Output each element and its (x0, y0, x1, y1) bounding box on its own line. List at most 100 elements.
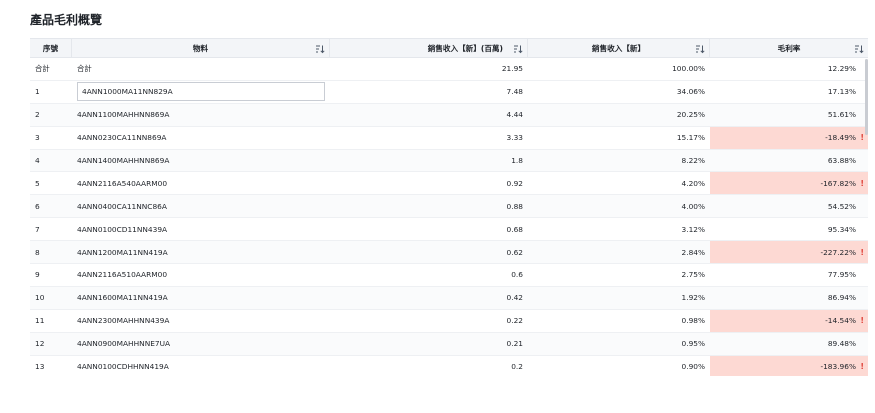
table-row[interactable]: 7 4ANN0100CD11NN439A 0.68 3.12% 95.34% (30, 218, 868, 242)
cell-margin: 63.88% (710, 150, 868, 172)
table-body: 1 4ANN1000MA11NN829A 7.48 34.06% 17.13% 2 4ANN… (30, 81, 868, 376)
cell-margin: 54.52% (710, 195, 868, 217)
cell-material[interactable]: 4ANN1100MAHHNN869A (72, 104, 330, 126)
cell-margin: 12.29% (827, 64, 856, 74)
cell-sales: 0.68 (506, 224, 523, 234)
margin-value: -18.49% (825, 133, 856, 143)
cell-idx: 9 (35, 270, 40, 280)
cell-material[interactable]: 4ANN2300MAHHNN439A (72, 310, 330, 332)
table-row[interactable]: 10 4ANN1600MA11NN419A 0.42 1.92% 86.94% (30, 286, 868, 310)
cell-idx: 12 (35, 339, 45, 349)
cell-idx: 10 (35, 293, 45, 303)
cell-sales: 0.2 (511, 362, 523, 372)
table-row[interactable]: 12 4ANN0900MAHHNNE7UA 0.21 0.95% 89.48% (30, 332, 868, 356)
material-edit-box[interactable]: 4ANN1000MA11NN829A (77, 82, 325, 102)
margin-value: 54.52% (827, 201, 856, 211)
header-sales[interactable]: 銷售收入【新】(百萬) (330, 39, 528, 57)
cell-margin: 95.34% (710, 218, 868, 240)
margin-value: 86.94% (827, 293, 856, 303)
cell-idx: 7 (35, 224, 40, 234)
cell-pct: 3.12% (681, 224, 705, 234)
cell-idx: 合計 (35, 64, 50, 74)
cell-margin-negative: -227.22%! (710, 241, 868, 264)
cell-idx: 6 (35, 201, 40, 211)
table-header: 序號 物料 銷售收入【新】(百萬) 銷售收入【新】 毛利率 (30, 38, 868, 58)
cell-pct: 8.22% (681, 156, 705, 165)
cell-material: 合計 (77, 64, 92, 74)
margin-table: 序號 物料 銷售收入【新】(百萬) 銷售收入【新】 毛利率 合計 合計 21.9… (30, 38, 868, 376)
header-margin[interactable]: 毛利率 (710, 39, 868, 57)
table-row[interactable]: 5 4ANN2116A540AARM00 0.92 4.20% -167.82%! (30, 172, 868, 196)
cell-pct: 4.00% (681, 201, 705, 211)
cell-material[interactable]: 4ANN1400MAHHNN869A (72, 150, 330, 172)
sort-icon[interactable] (513, 44, 523, 54)
warning-icon: ! (860, 133, 864, 143)
cell-idx: 11 (35, 316, 45, 326)
margin-value: -167.82% (820, 178, 856, 188)
table-row[interactable]: 9 4ANN2116A510AARM00 0.6 2.75% 77.95% (30, 264, 868, 287)
cell-idx: 13 (35, 362, 45, 372)
table-row[interactable]: 13 4ANN0100CDHHNN419A 0.2 0.90% -183.96%! (30, 355, 868, 376)
cell-idx: 4 (35, 156, 40, 165)
margin-value: -227.22% (820, 247, 856, 257)
warning-icon: ! (860, 178, 864, 188)
cell-idx: 3 (35, 133, 40, 143)
cell-material[interactable]: 4ANN1000MA11NN829A (72, 81, 330, 103)
vertical-scrollbar[interactable] (865, 59, 868, 135)
margin-value: -183.96% (820, 362, 856, 372)
cell-pct: 4.20% (681, 178, 705, 188)
margin-value: 89.48% (827, 339, 856, 349)
cell-sales: 0.6 (511, 270, 523, 280)
cell-sales: 7.48 (506, 87, 523, 97)
cell-pct: 0.90% (681, 362, 705, 372)
cell-pct: 15.17% (676, 133, 705, 143)
cell-material[interactable]: 4ANN1600MA11NN419A (72, 287, 330, 309)
header-sales-label: 銷售收入【新】(百萬) (427, 43, 503, 53)
margin-value: 77.95% (827, 270, 856, 280)
cell-sales: 3.33 (506, 133, 523, 143)
cell-pct: 2.84% (681, 247, 705, 257)
table-row[interactable]: 6 4ANN0400CA11NNC86A 0.88 4.00% 54.52% (30, 195, 868, 219)
cell-material[interactable]: 4ANN0100CDHHNN419A (72, 356, 330, 376)
page-title: 產品毛利概覽 (30, 13, 103, 27)
cell-pct: 34.06% (676, 87, 705, 97)
cell-material[interactable]: 4ANN2116A510AARM00 (72, 264, 330, 286)
cell-margin: 86.94% (710, 287, 868, 309)
cell-sales: 1.8 (511, 156, 523, 165)
cell-idx: 8 (35, 247, 40, 257)
table-row[interactable]: 8 4ANN1200MA11NN419A 0.62 2.84% -227.22%! (30, 241, 868, 265)
cell-idx: 1 (35, 87, 40, 97)
cell-idx: 5 (35, 178, 40, 188)
warning-icon: ! (860, 247, 864, 257)
cell-margin-negative: -18.49%! (710, 126, 868, 149)
cell-material[interactable]: 4ANN0100CD11NN439A (72, 218, 330, 240)
table-row[interactable]: 1 4ANN1000MA11NN829A 7.48 34.06% 17.13% (30, 81, 868, 104)
header-idx-label: 序號 (42, 43, 59, 53)
table-row[interactable]: 4 4ANN1400MAHHNN869A 1.8 8.22% 63.88% (30, 149, 868, 173)
total-row: 合計 合計 21.95 100.00% 12.29% (30, 58, 868, 81)
cell-margin-negative: -14.54%! (710, 309, 868, 332)
sort-icon[interactable] (695, 44, 705, 54)
margin-value: 95.34% (827, 224, 856, 234)
margin-value: -14.54% (825, 316, 856, 326)
header-material[interactable]: 物料 (72, 39, 330, 57)
cell-pct: 1.92% (681, 293, 705, 303)
cell-material[interactable]: 4ANN0400CA11NNC86A (72, 195, 330, 217)
cell-material[interactable]: 4ANN0900MAHHNNE7UA (72, 333, 330, 355)
cell-material[interactable]: 4ANN0230CA11NN869A (72, 127, 330, 149)
table-row[interactable]: 3 4ANN0230CA11NN869A 3.33 15.17% -18.49%! (30, 126, 868, 150)
cell-margin: 77.95% (710, 264, 868, 286)
cell-pct: 0.98% (681, 316, 705, 326)
sort-icon[interactable] (315, 44, 325, 54)
cell-material[interactable]: 4ANN2116A540AARM00 (72, 172, 330, 194)
cell-pct: 0.95% (681, 339, 705, 349)
sort-icon[interactable] (854, 44, 864, 54)
cell-margin-negative: -167.82%! (710, 172, 868, 195)
cell-material[interactable]: 4ANN1200MA11NN419A (72, 241, 330, 263)
header-pct[interactable]: 銷售收入【新】 (528, 39, 710, 57)
table-row[interactable]: 2 4ANN1100MAHHNN869A 4.44 20.25% 51.61% (30, 103, 868, 127)
table-row[interactable]: 11 4ANN2300MAHHNN439A 0.22 0.98% -14.54%! (30, 309, 868, 333)
margin-value: 51.61% (827, 110, 856, 120)
cell-sales: 0.62 (506, 247, 523, 257)
cell-sales: 21.95 (501, 64, 523, 74)
